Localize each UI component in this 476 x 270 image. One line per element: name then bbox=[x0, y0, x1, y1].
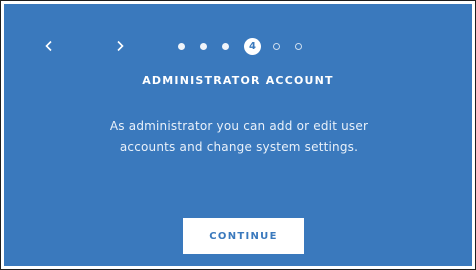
step-dot-completed bbox=[200, 43, 207, 50]
description-line: As administrator you can add or edit use… bbox=[109, 119, 369, 133]
chevron-left-icon bbox=[45, 40, 52, 52]
step-dot-completed bbox=[222, 43, 229, 50]
description-line: accounts and change system settings. bbox=[119, 140, 359, 154]
setup-screen: 4 ADMINISTRATOR ACCOUNT As administrator… bbox=[4, 4, 472, 266]
device-frame: 4 ADMINISTRATOR ACCOUNT As administrator… bbox=[0, 0, 476, 270]
step-dot-completed bbox=[178, 43, 185, 50]
page-description: As administrator you can add or edit use… bbox=[94, 116, 384, 158]
step-dot-upcoming bbox=[273, 43, 280, 50]
forward-button[interactable] bbox=[108, 34, 132, 58]
step-dot-upcoming bbox=[295, 43, 302, 50]
page-title: ADMINISTRATOR ACCOUNT bbox=[142, 74, 334, 87]
continue-button[interactable]: CONTINUE bbox=[183, 218, 304, 254]
step-indicator: 4 bbox=[178, 38, 302, 55]
chevron-right-icon bbox=[117, 40, 124, 52]
step-dot-current: 4 bbox=[244, 38, 261, 55]
back-button[interactable] bbox=[37, 34, 61, 58]
